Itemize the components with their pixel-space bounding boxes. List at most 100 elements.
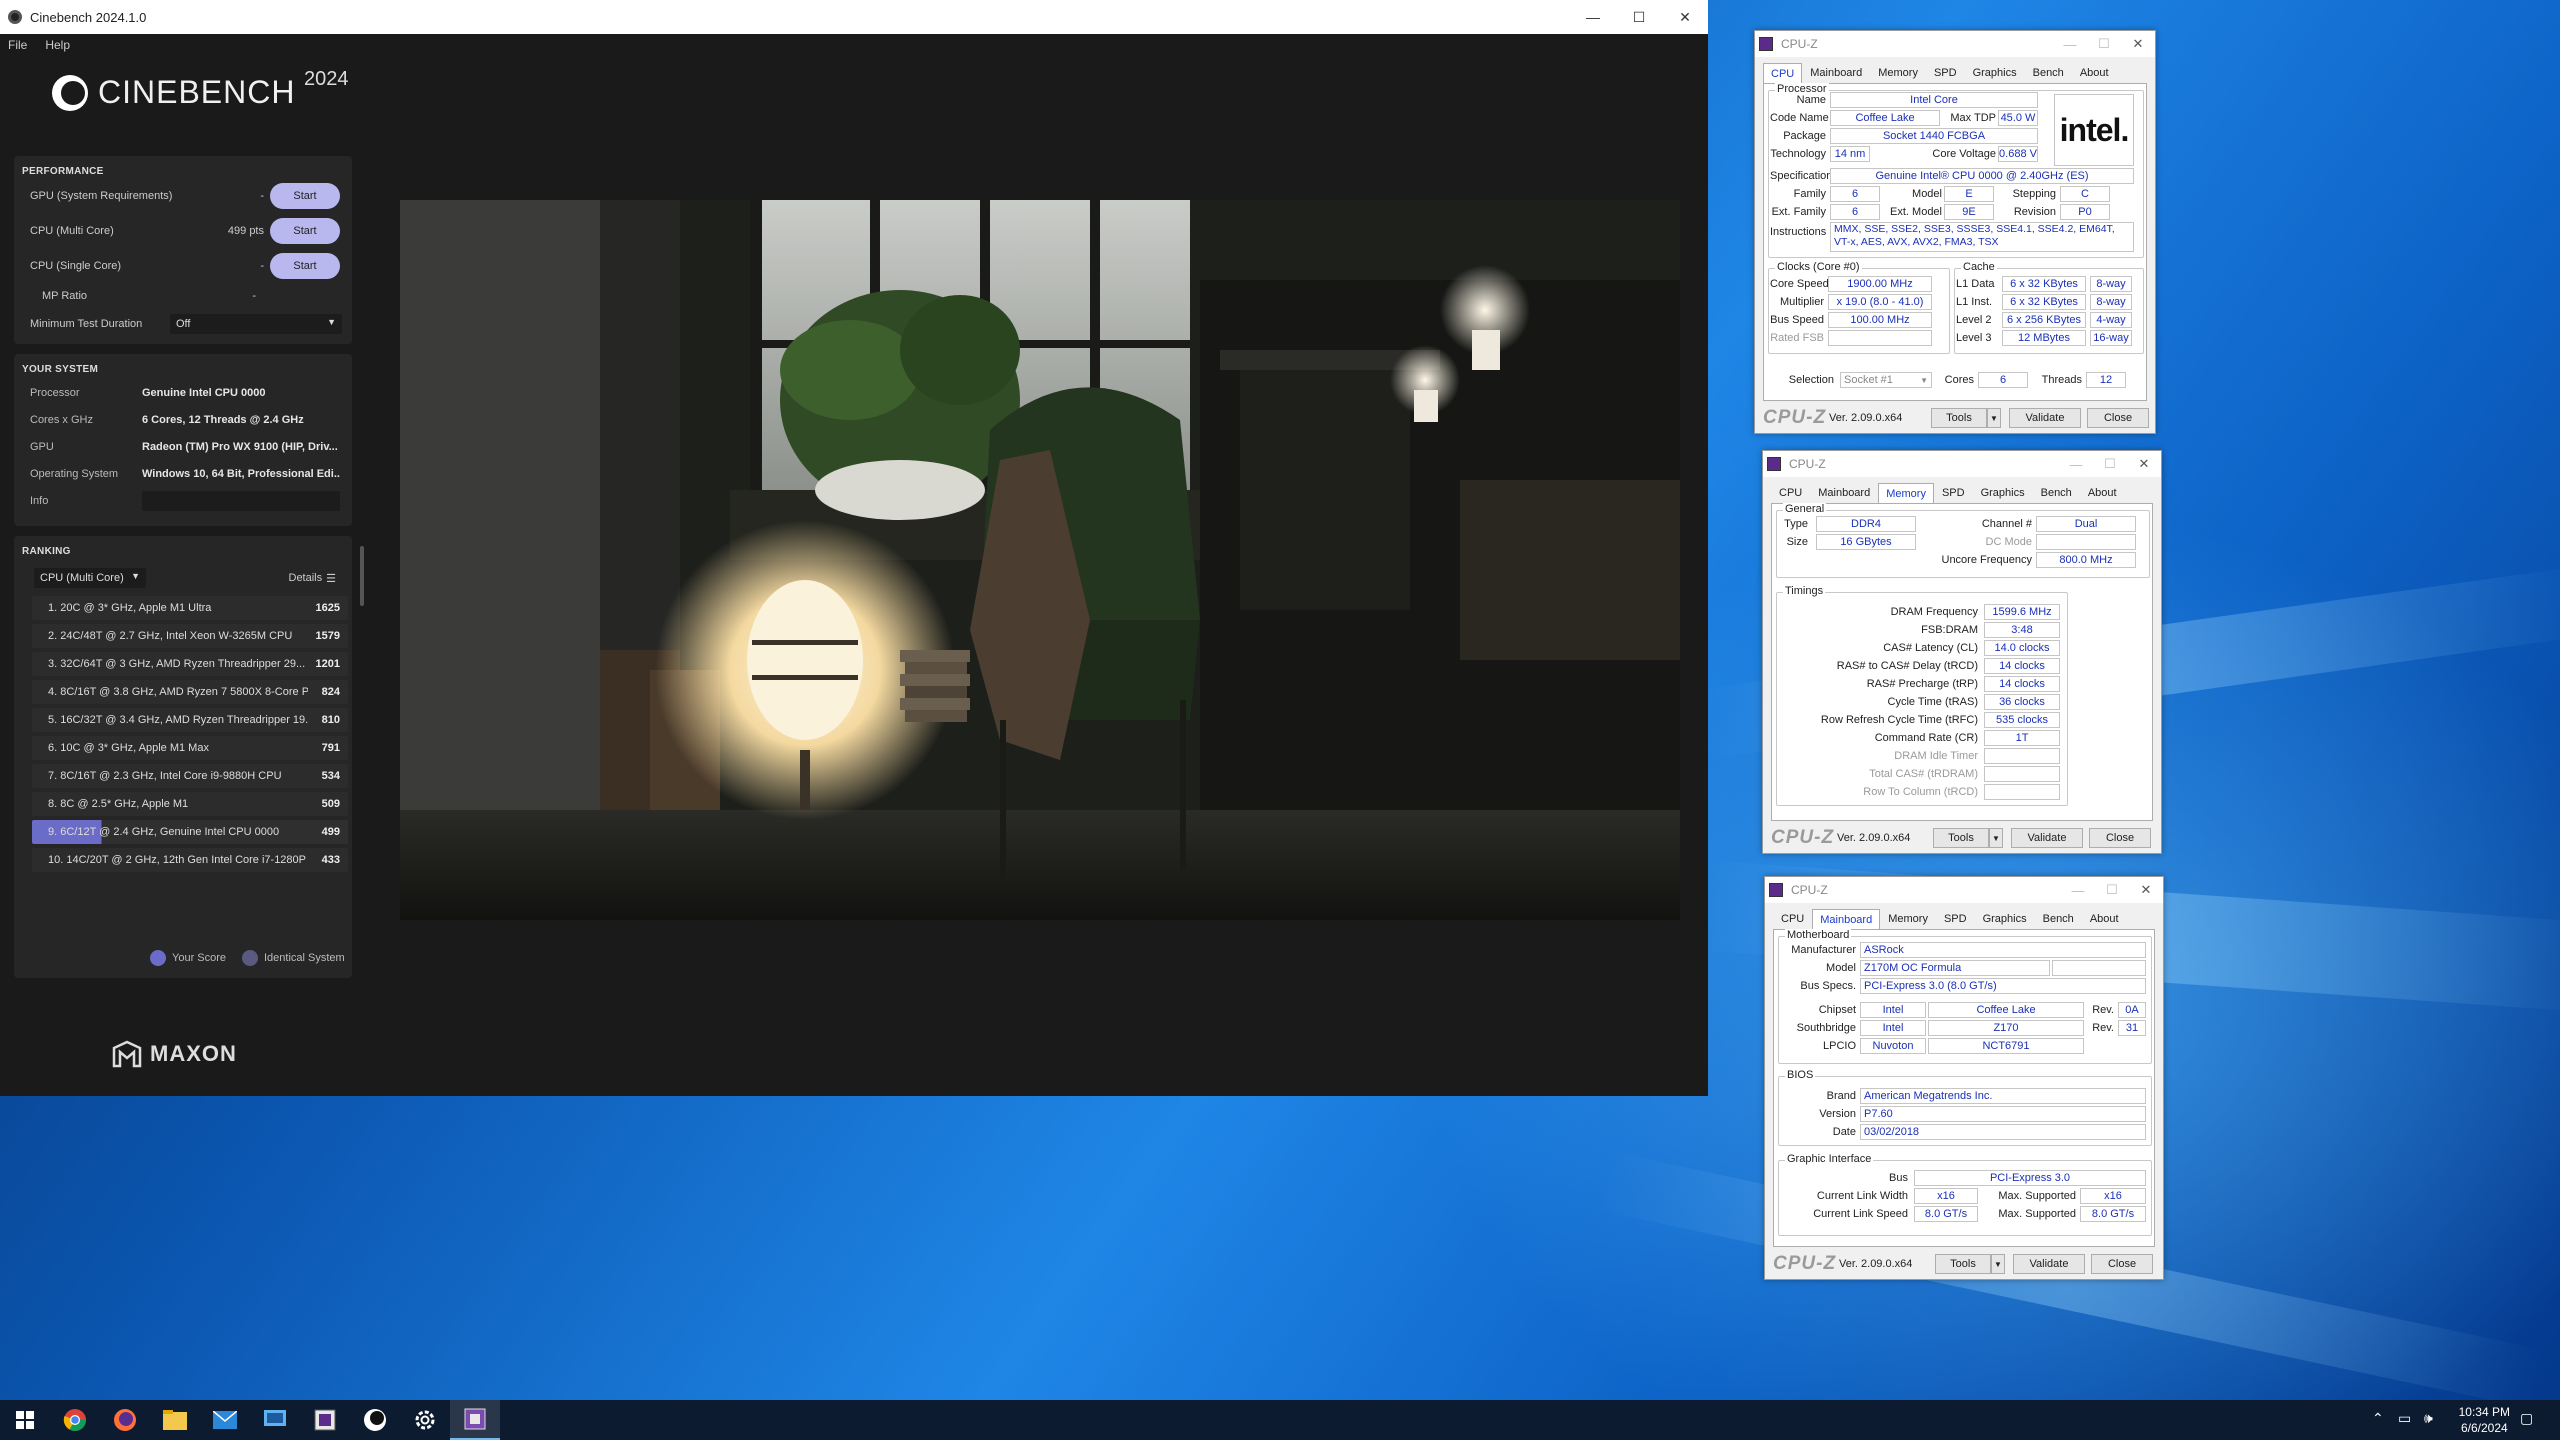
cpu-z-taskbar-icon[interactable]: [300, 1400, 350, 1440]
menu-file[interactable]: File: [8, 38, 27, 52]
cinebench-titlebar[interactable]: Cinebench 2024.1.0 — ☐ ✕: [0, 0, 1708, 34]
tab-memory[interactable]: Memory: [1870, 63, 1926, 83]
maximize-icon[interactable]: ☐: [2095, 882, 2129, 898]
cpuz-titlebar[interactable]: CPU-Z — ☐ ✕: [1765, 877, 2163, 903]
render-viewport[interactable]: [400, 200, 1680, 920]
tools-button[interactable]: Tools: [1933, 828, 1989, 848]
cpuz-titlebar[interactable]: CPU-Z — ☐ ✕: [1763, 451, 2161, 477]
menu-help[interactable]: Help: [45, 38, 70, 52]
tools-dropdown-icon[interactable]: ▼: [1991, 1254, 2005, 1274]
tools-dropdown-icon[interactable]: ▼: [1989, 828, 2003, 848]
ranking-row[interactable]: 4. 8C/16T @ 3.8 GHz, AMD Ryzen 7 5800X 8…: [32, 680, 348, 704]
cache-l2-label: Level 2: [1956, 314, 1992, 326]
tab-graphics[interactable]: Graphics: [1973, 483, 2033, 503]
maximize-icon[interactable]: ☐: [1616, 0, 1662, 34]
tab-memory[interactable]: Memory: [1878, 483, 1934, 503]
ranking-row[interactable]: 1. 20C @ 3* GHz, Apple M1 Ultra 1625: [32, 596, 348, 620]
cinebench-taskbar-icon[interactable]: [350, 1400, 400, 1440]
ranking-row[interactable]: 7. 8C/16T @ 2.3 GHz, Intel Core i9-9880H…: [32, 764, 348, 788]
tab-cpu[interactable]: CPU: [1763, 63, 1803, 83]
validate-button[interactable]: Validate: [2013, 1254, 2085, 1274]
file-explorer-icon[interactable]: [150, 1400, 200, 1440]
close-button[interactable]: Close: [2091, 1254, 2153, 1274]
tab-mainboard[interactable]: Mainboard: [1802, 63, 1870, 83]
size-label: Size: [1786, 536, 1808, 548]
ranking-row[interactable]: 3. 32C/64T @ 3 GHz, AMD Ryzen Threadripp…: [32, 652, 348, 676]
rated-fsb-label: Rated FSB: [1770, 332, 1824, 344]
ranking-row-score: 1201: [315, 658, 340, 670]
app-icon[interactable]: [250, 1400, 300, 1440]
action-center-icon[interactable]: ▢: [2520, 1410, 2533, 1427]
firefox-icon[interactable]: [100, 1400, 150, 1440]
ranking-details-button[interactable]: Details ☰: [289, 572, 337, 585]
close-icon[interactable]: ✕: [2121, 36, 2155, 52]
tab-spd[interactable]: SPD: [1936, 909, 1975, 929]
minimize-icon[interactable]: —: [2053, 37, 2087, 52]
validate-button[interactable]: Validate: [2011, 828, 2083, 848]
start-single-core-button[interactable]: Start: [270, 253, 340, 279]
cinebench-logo-icon: [52, 74, 88, 111]
ranking-row[interactable]: 10. 14C/20T @ 2 GHz, 12th Gen Intel Core…: [32, 848, 348, 872]
volume-icon[interactable]: 🕪: [2424, 1410, 2433, 1427]
tab-cpu[interactable]: CPU: [1773, 909, 1812, 929]
tab-spd[interactable]: SPD: [1934, 483, 1973, 503]
ranking-details-label: Details: [288, 572, 323, 584]
tab-about[interactable]: About: [2082, 909, 2127, 929]
tab-mainboard[interactable]: Mainboard: [1810, 483, 1878, 503]
network-icon[interactable]: ▭: [2398, 1410, 2411, 1427]
tab-bench[interactable]: Bench: [2035, 909, 2082, 929]
min-test-duration-dropdown[interactable]: Off ▼: [170, 314, 342, 334]
selection-label: Selection: [1788, 374, 1834, 386]
ranking-panel: RANKING CPU (Multi Core) ▼ Details ☰ 1. …: [14, 536, 352, 978]
ranking-category-dropdown[interactable]: CPU (Multi Core) ▼: [34, 568, 146, 588]
close-icon[interactable]: ✕: [2127, 456, 2161, 472]
minimize-icon[interactable]: —: [2061, 883, 2095, 898]
mail-icon[interactable]: [200, 1400, 250, 1440]
tab-memory[interactable]: Memory: [1880, 909, 1936, 929]
tools-dropdown-icon[interactable]: ▼: [1987, 408, 2001, 428]
ranking-row[interactable]: 5. 16C/32T @ 3.4 GHz, AMD Ryzen Threadri…: [32, 708, 348, 732]
tab-spd[interactable]: SPD: [1926, 63, 1965, 83]
maximize-icon[interactable]: ☐: [2087, 36, 2121, 52]
tab-mainboard[interactable]: Mainboard: [1812, 909, 1881, 929]
tab-about[interactable]: About: [2072, 63, 2117, 83]
tab-graphics[interactable]: Graphics: [1975, 909, 2035, 929]
cpuz-titlebar[interactable]: CPU-Z — ☐ ✕: [1755, 31, 2155, 57]
settings-icon[interactable]: [400, 1400, 450, 1440]
cinebench-menubar: File Help: [0, 34, 1708, 56]
close-icon[interactable]: ✕: [1662, 0, 1708, 34]
close-icon[interactable]: ✕: [2129, 882, 2163, 898]
clock[interactable]: 10:34 PM 6/6/2024: [2459, 1404, 2510, 1436]
rated-fsb-value: [1828, 330, 1932, 346]
maximize-icon[interactable]: ☐: [2093, 456, 2127, 472]
tools-button[interactable]: Tools: [1931, 408, 1987, 428]
show-hidden-icons-icon[interactable]: ⌃: [2372, 1410, 2384, 1427]
ranking-scrollbar[interactable]: [360, 546, 364, 606]
start-multi-core-button[interactable]: Start: [270, 218, 340, 244]
timing-label: CAS# Latency (CL): [1883, 642, 1978, 654]
tab-bench[interactable]: Bench: [2033, 483, 2080, 503]
close-button[interactable]: Close: [2087, 408, 2149, 428]
ranking-row[interactable]: 2. 24C/48T @ 2.7 GHz, Intel Xeon W-3265M…: [32, 624, 348, 648]
package-value: Socket 1440 FCBGA: [1830, 128, 2038, 144]
timing-value: 36 clocks: [1984, 694, 2060, 710]
cpu-z-active-icon[interactable]: [450, 1400, 500, 1440]
minimize-icon[interactable]: —: [1570, 0, 1616, 34]
ranking-row[interactable]: 9. 6C/12T @ 2.4 GHz, Genuine Intel CPU 0…: [32, 820, 348, 844]
chrome-icon[interactable]: [50, 1400, 100, 1440]
ranking-row[interactable]: 6. 10C @ 3* GHz, Apple M1 Max 791: [32, 736, 348, 760]
validate-button[interactable]: Validate: [2009, 408, 2081, 428]
tab-cpu[interactable]: CPU: [1771, 483, 1810, 503]
close-button[interactable]: Close: [2089, 828, 2151, 848]
selection-dropdown[interactable]: Socket #1 ▼: [1840, 372, 1932, 388]
ranking-row[interactable]: 8. 8C @ 2.5* GHz, Apple M1 509: [32, 792, 348, 816]
start-gpu-button[interactable]: Start: [270, 183, 340, 209]
tab-bench[interactable]: Bench: [2025, 63, 2072, 83]
minimize-icon[interactable]: —: [2059, 457, 2093, 472]
bios-date-label: Date: [1832, 1126, 1856, 1138]
windows-start-icon[interactable]: [0, 1400, 50, 1440]
info-field[interactable]: [142, 491, 340, 511]
tab-graphics[interactable]: Graphics: [1965, 63, 2025, 83]
tools-button[interactable]: Tools: [1935, 1254, 1991, 1274]
tab-about[interactable]: About: [2080, 483, 2125, 503]
